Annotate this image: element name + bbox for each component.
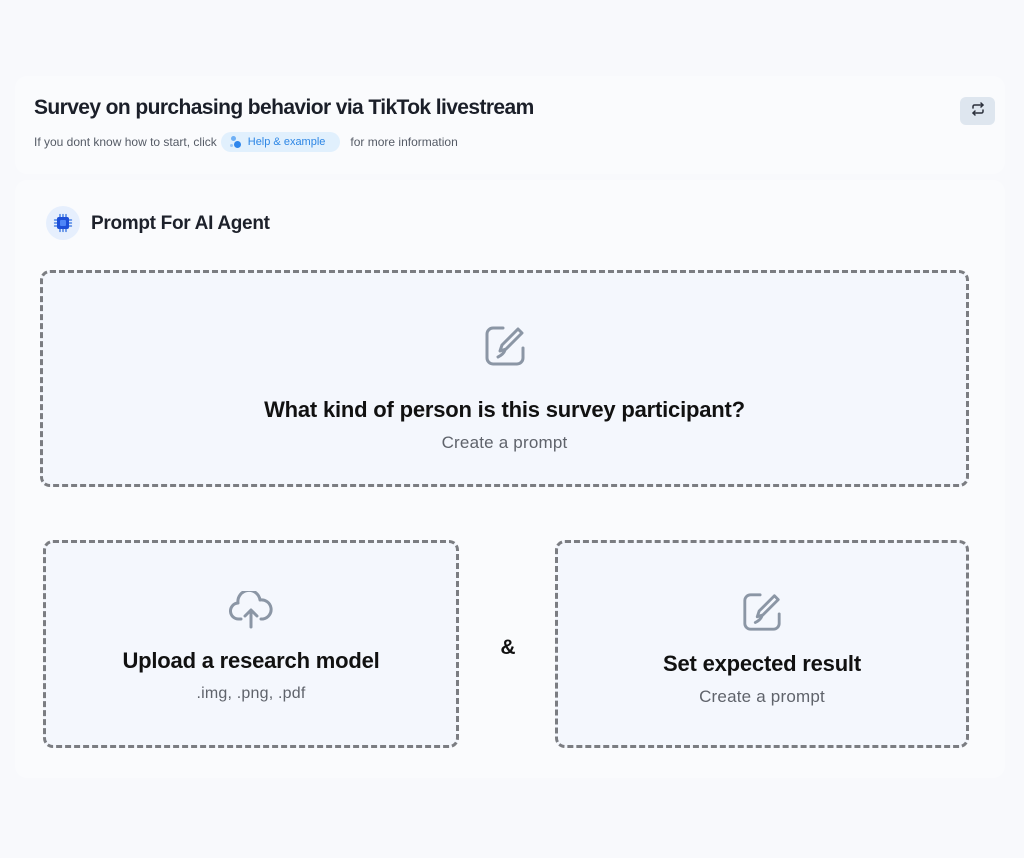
participant-prompt-box[interactable]: What kind of person is this survey parti… — [40, 270, 969, 487]
participant-prompt-title: What kind of person is this survey parti… — [264, 397, 745, 422]
swap-arrows-icon — [971, 101, 985, 121]
prompt-section: Prompt For AI Agent flow What kind of pe… — [15, 180, 1005, 778]
section-title: Prompt For AI Agent — [91, 213, 270, 234]
survey-header: Survey on purchasing behavior via TikTok… — [15, 76, 1005, 174]
pen-edit-icon — [741, 591, 783, 638]
upload-model-formats: .img, .png, .pdf — [196, 685, 306, 702]
participant-prompt-subtitle: Create a prompt — [441, 433, 568, 452]
cloud-upload-icon — [229, 588, 273, 636]
expected-result-title: Set expected result — [663, 651, 861, 676]
help-icon — [229, 136, 242, 148]
help-hint-suffix: for more information — [350, 135, 458, 149]
upload-model-title: Upload a research model — [122, 648, 380, 673]
help-example-button[interactable]: Help & example — [220, 132, 341, 152]
expected-result-box[interactable]: Set expected result Create a prompt — [555, 540, 969, 748]
swap-button[interactable] — [960, 97, 995, 125]
expected-result-subtitle: Create a prompt — [699, 687, 825, 706]
help-hint: If you dont know how to start, click Hel… — [34, 132, 458, 152]
help-hint-prefix: If you dont know how to start, click — [34, 135, 217, 149]
pen-edit-icon — [483, 324, 527, 373]
connector-ampersand: & — [500, 636, 516, 659]
upload-model-box[interactable]: Upload a research model .img, .png, .pdf — [43, 540, 459, 748]
survey-title: Survey on purchasing behavior via TikTok… — [34, 96, 534, 119]
cpu-chip-icon — [46, 206, 80, 240]
help-example-label: Help & example — [247, 136, 326, 148]
